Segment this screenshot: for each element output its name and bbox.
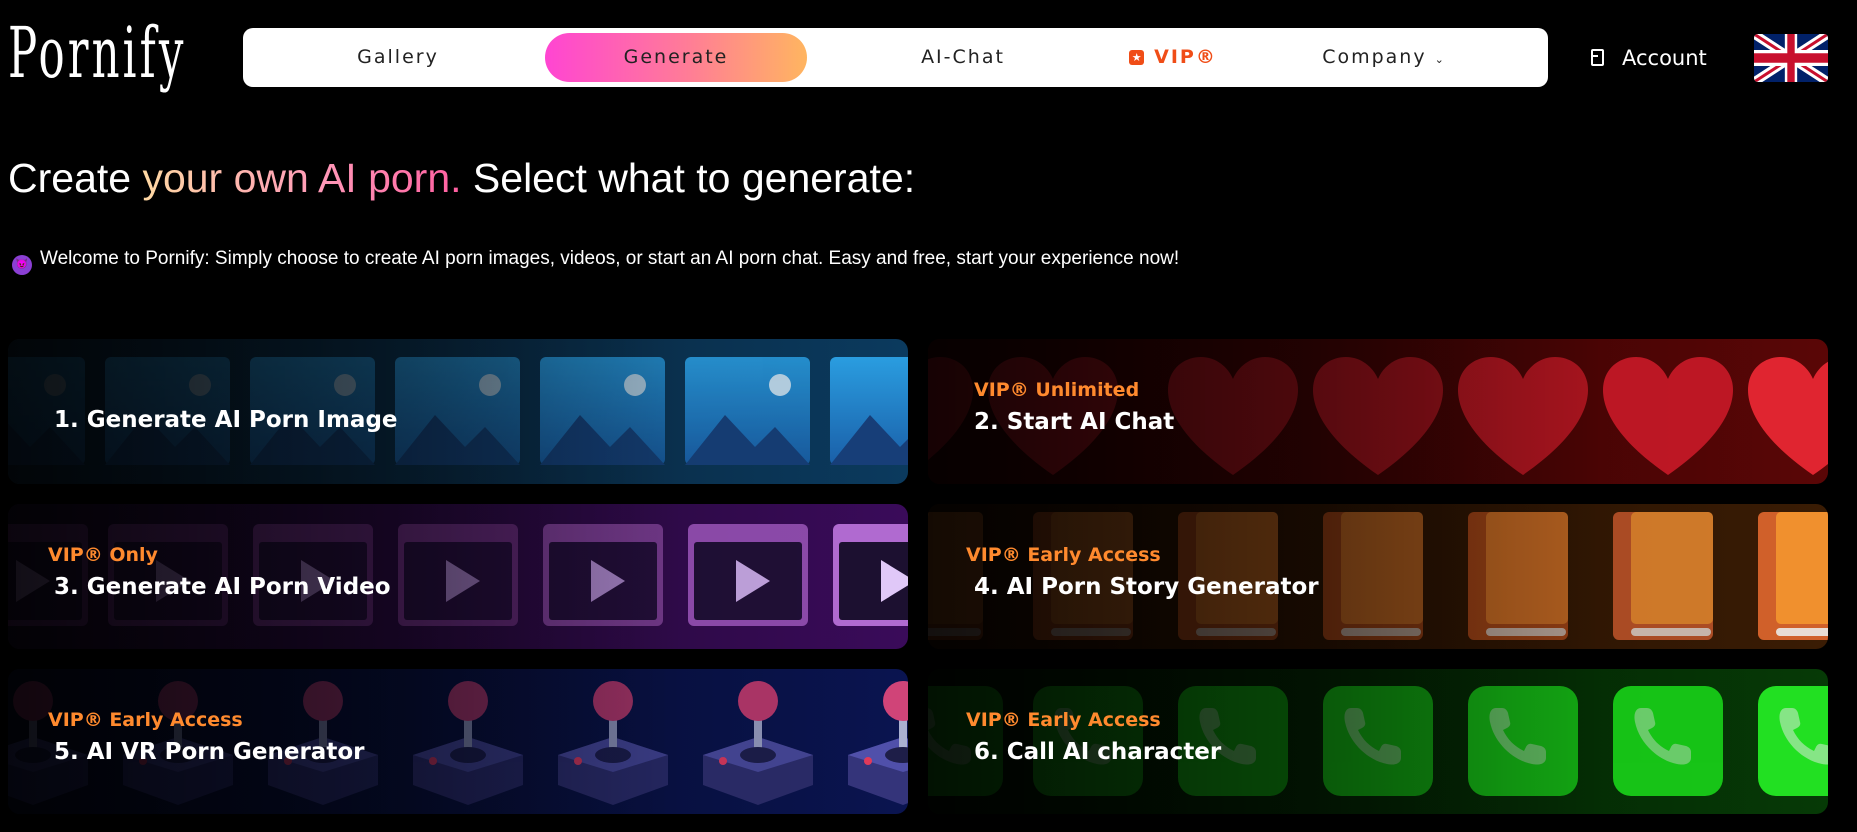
headline-highlight: your own AI porn. xyxy=(142,155,462,201)
card-title: 2. Start AI Chat xyxy=(974,409,1175,435)
card-title: 1. Generate AI Porn Image xyxy=(54,407,398,433)
card-title: 3. Generate AI Porn Video xyxy=(54,574,391,600)
uk-flag-icon[interactable] xyxy=(1754,34,1828,82)
nav-vip[interactable]: ★ VIP® xyxy=(1103,28,1243,87)
card-title: 6. Call AI character xyxy=(974,739,1222,765)
account-label: Account xyxy=(1622,46,1707,70)
card-story-generator[interactable]: VIP® Early Access 4. AI Porn Story Gener… xyxy=(928,504,1828,649)
card-call-ai-character[interactable]: VIP® Early Access 6. Call AI character xyxy=(928,669,1828,814)
nav-company[interactable]: Company ⌄ xyxy=(1293,28,1473,87)
card-tag: VIP® Early Access xyxy=(966,544,1161,566)
headline-part2: Select what to generate: xyxy=(461,155,916,201)
welcome-message: Welcome to Pornify: Simply choose to cre… xyxy=(40,248,1180,269)
card-tag: VIP® Only xyxy=(48,544,158,566)
nav-generate[interactable]: Generate xyxy=(545,33,807,82)
card-tag: VIP® Unlimited xyxy=(974,379,1140,401)
main-nav: Gallery Generate AI-Chat ★ VIP® Company ⌄ xyxy=(243,28,1548,87)
headline-part1: Create xyxy=(8,155,143,201)
card-generate-video[interactable]: VIP® Only 3. Generate AI Porn Video xyxy=(8,504,908,649)
nav-company-label: Company xyxy=(1322,46,1427,68)
account-link[interactable]: Account xyxy=(1591,40,1707,76)
login-icon xyxy=(1591,49,1604,66)
card-tag: VIP® Early Access xyxy=(966,709,1161,731)
brand-logo[interactable]: Pornify xyxy=(8,14,186,92)
card-tag: VIP® Early Access xyxy=(48,709,243,731)
card-start-ai-chat[interactable]: VIP® Unlimited 2. Start AI Chat xyxy=(928,339,1828,484)
page-headline: Create your own AI porn. Select what to … xyxy=(8,152,915,204)
nav-vip-label: VIP® xyxy=(1154,46,1217,68)
nav-gallery[interactable]: Gallery xyxy=(303,28,493,87)
card-title: 4. AI Porn Story Generator xyxy=(974,574,1319,600)
nav-ai-chat[interactable]: AI-Chat xyxy=(868,28,1058,87)
devil-emoji-icon: 😈 xyxy=(12,255,32,275)
welcome-text: 😈 Welcome to Pornify: Simply choose to cr… xyxy=(12,246,1179,275)
card-generate-image[interactable]: 1. Generate AI Porn Image xyxy=(8,339,908,484)
star-badge-icon: ★ xyxy=(1129,50,1145,65)
card-title: 5. AI VR Porn Generator xyxy=(54,739,365,765)
card-vr-generator[interactable]: VIP® Early Access 5. AI VR Porn Generato… xyxy=(8,669,908,814)
chevron-down-icon: ⌄ xyxy=(1434,53,1444,66)
